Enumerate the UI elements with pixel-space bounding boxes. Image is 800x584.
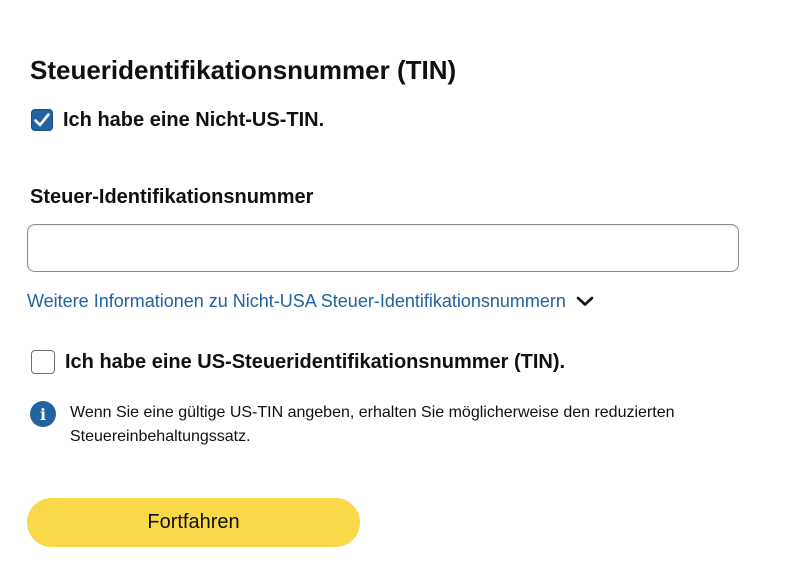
- page-title: Steueridentifikationsnummer (TIN): [30, 55, 457, 85]
- continue-button[interactable]: Fortfahren: [27, 498, 360, 547]
- non-us-tin-checkbox[interactable]: [31, 109, 53, 131]
- checkmark-icon: [34, 113, 50, 127]
- us-tin-label: Ich habe eine US-Steueridentifikationsnu…: [65, 351, 566, 373]
- more-info-toggle[interactable]: Weitere Informationen zu Nicht-USA Steue…: [27, 288, 594, 314]
- info-notice-text: Wenn Sie eine gültige US-TIN angeben, er…: [70, 404, 675, 445]
- us-tin-checkbox-row[interactable]: Ich habe eine US-Steueridentifikationsnu…: [31, 349, 565, 375]
- tax-id-input[interactable]: [27, 224, 739, 272]
- chevron-down-icon[interactable]: [576, 295, 594, 307]
- tax-id-field-label: Steuer-Identifikationsnummer: [30, 186, 314, 208]
- non-us-tin-label: Ich habe eine Nicht-US-TIN.: [63, 109, 325, 131]
- more-info-link[interactable]: Weitere Informationen zu Nicht-USA Steue…: [27, 288, 566, 314]
- info-icon: i: [30, 401, 56, 427]
- non-us-tin-checkbox-row[interactable]: Ich habe eine Nicht-US-TIN.: [31, 107, 324, 133]
- info-notice: i Wenn Sie eine gültige US-TIN angeben, …: [30, 401, 710, 449]
- us-tin-checkbox[interactable]: [31, 350, 55, 374]
